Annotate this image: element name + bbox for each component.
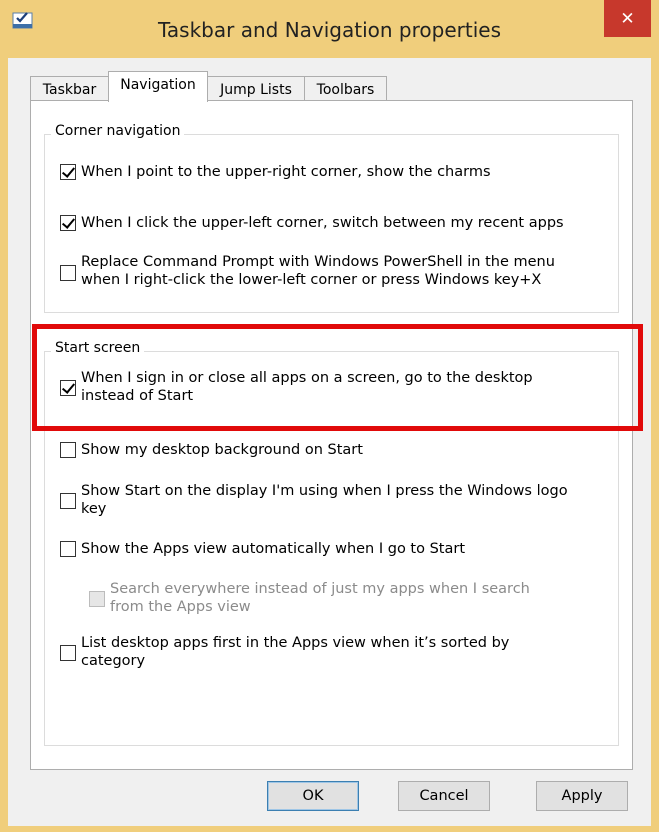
start-screen-highlight-box [32, 324, 643, 431]
start-on-display-label-line1: Show Start on the display I'm using when… [81, 483, 568, 499]
apply-button[interactable]: Apply [536, 781, 628, 811]
ok-button[interactable]: OK [267, 781, 359, 811]
start-on-display-checkbox[interactable] [60, 493, 76, 509]
desktop-apps-first-label-line2: category [81, 653, 146, 669]
apps-view-label[interactable]: Show the Apps view automatically when I … [81, 540, 465, 558]
desktop-apps-first-label-line1: List desktop apps first in the Apps view… [81, 635, 510, 651]
desktop-apps-first-checkbox[interactable] [60, 645, 76, 661]
title-bar[interactable]: Taskbar and Navigation properties ✕ [0, 0, 659, 58]
powershell-label[interactable]: Replace Command Prompt with Windows Powe… [81, 253, 555, 289]
search-everywhere-checkbox[interactable] [89, 591, 105, 607]
desktop-apps-first-label[interactable]: List desktop apps first in the Apps view… [81, 634, 509, 670]
tab-toolbars[interactable]: Toolbars [304, 76, 387, 101]
tab-jump-lists[interactable]: Jump Lists [207, 76, 305, 101]
recent-apps-label[interactable]: When I click the upper-left corner, swit… [81, 214, 564, 232]
tab-taskbar[interactable]: Taskbar [30, 76, 109, 101]
corner-navigation-heading: Corner navigation [51, 123, 185, 139]
close-icon: ✕ [620, 8, 635, 29]
powershell-checkbox[interactable] [60, 265, 76, 281]
charms-checkbox[interactable] [60, 164, 76, 180]
window-title: Taskbar and Navigation properties [158, 18, 501, 42]
powershell-label-line1: Replace Command Prompt with Windows Powe… [81, 254, 555, 270]
tab-navigation[interactable]: Navigation [108, 71, 208, 102]
start-on-display-label-line2: key [81, 501, 107, 517]
recent-apps-checkbox[interactable] [60, 215, 76, 231]
desktop-background-checkbox[interactable] [60, 442, 76, 458]
cancel-button[interactable]: Cancel [398, 781, 490, 811]
dialog-window: Taskbar and Navigation properties ✕ Task… [0, 0, 659, 832]
navigation-tab-panel: Corner navigation When I point to the up… [30, 100, 633, 770]
apps-view-checkbox[interactable] [60, 541, 76, 557]
search-everywhere-label-line1: Search everywhere instead of just my app… [110, 581, 530, 597]
close-button[interactable]: ✕ [604, 0, 651, 37]
dialog-client-area: Taskbar Navigation Jump Lists Toolbars C… [8, 58, 651, 826]
desktop-background-label[interactable]: Show my desktop background on Start [81, 441, 363, 459]
start-on-display-label[interactable]: Show Start on the display I'm using when… [81, 482, 568, 518]
search-everywhere-label: Search everywhere instead of just my app… [110, 580, 530, 616]
powershell-label-line2: when I right-click the lower-left corner… [81, 272, 542, 288]
search-everywhere-label-line2: from the Apps view [110, 599, 251, 615]
charms-label[interactable]: When I point to the upper-right corner, … [81, 163, 491, 181]
